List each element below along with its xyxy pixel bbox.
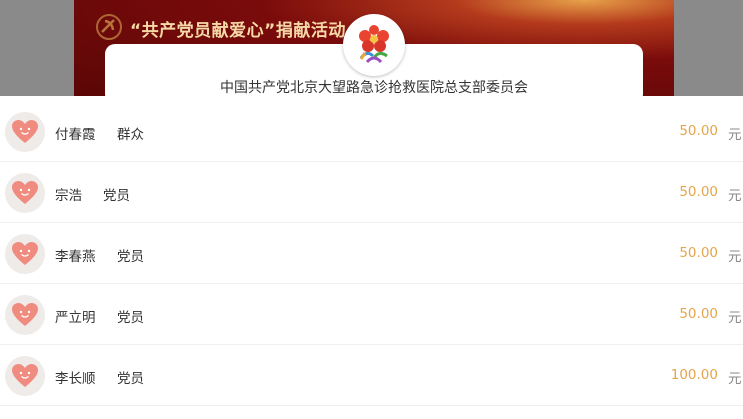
donor-name: 付春霞 — [55, 127, 96, 143]
donor-role: 党员 — [117, 310, 144, 326]
list-item[interactable]: 李长顺 党员 100.00 元 — [0, 345, 743, 406]
currency-unit: 元 — [728, 249, 742, 265]
donor-role: 党员 — [117, 249, 144, 265]
donation-amount: 100.00 — [670, 367, 718, 383]
avatar — [5, 295, 45, 335]
donation-amount: 50.00 — [679, 184, 718, 200]
avatar — [5, 112, 45, 152]
donor-name: 李春燕 — [55, 249, 96, 265]
list-item[interactable]: 付春霞 群众 50.00 元 — [0, 101, 743, 162]
donor-role: 党员 — [117, 371, 144, 387]
list-item[interactable]: 严立明 党员 50.00 元 — [0, 284, 743, 345]
avatar — [5, 356, 45, 396]
donor-name: 宗浩 — [55, 188, 82, 204]
party-emblem-icon — [96, 14, 122, 40]
donor-role: 党员 — [103, 188, 130, 204]
banner-title: “共产党员献爱心”捐献活动 — [130, 21, 346, 41]
flower-logo-icon — [343, 14, 405, 76]
list-item[interactable]: 宗浩 党员 50.00 元 — [0, 162, 743, 223]
heart-icon — [12, 364, 38, 387]
heart-icon — [12, 303, 38, 326]
donation-list: 付春霞 群众 50.00 元宗浩 党员 50.00 元李春燕 党员 50.00 元严立明 党员 50.… — [0, 101, 743, 406]
currency-unit: 元 — [728, 188, 742, 204]
currency-unit: 元 — [728, 127, 742, 143]
donation-amount: 50.00 — [679, 123, 718, 139]
list-item[interactable]: 李春燕 党员 50.00 元 — [0, 223, 743, 284]
avatar — [5, 234, 45, 274]
avatar — [5, 173, 45, 213]
heart-icon — [12, 242, 38, 265]
donor-name: 李长顺 — [55, 371, 96, 387]
donor-role: 群众 — [117, 127, 144, 143]
heart-icon — [12, 120, 38, 143]
donation-amount: 50.00 — [679, 245, 718, 261]
currency-unit: 元 — [728, 310, 742, 326]
organization-name: 中国共产党北京大望路急诊抢救医院总支部委员会 — [220, 80, 528, 96]
donor-name: 严立明 — [55, 310, 96, 326]
heart-icon — [12, 181, 38, 204]
donation-amount: 50.00 — [679, 306, 718, 322]
currency-unit: 元 — [728, 371, 742, 387]
